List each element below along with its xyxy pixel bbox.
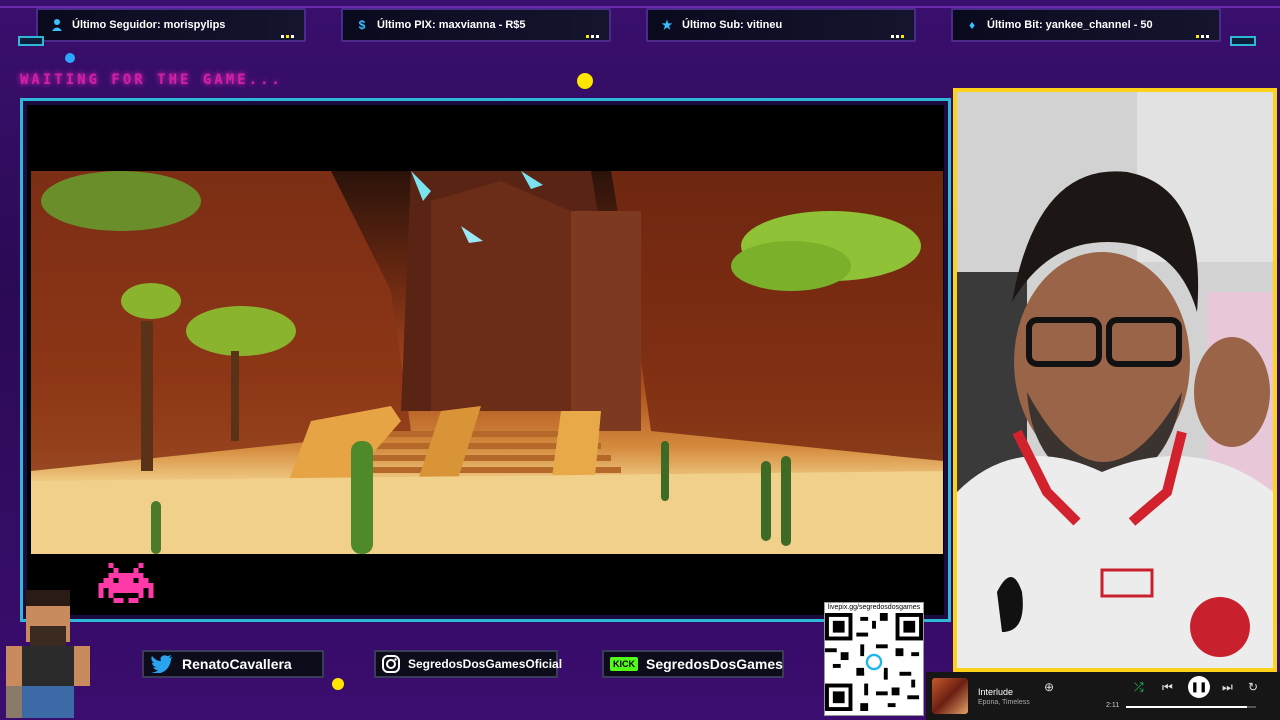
diamond-icon: ♦ bbox=[968, 18, 976, 32]
alert-text: Último Sub: vitineu bbox=[682, 19, 783, 31]
corner-decoration bbox=[18, 36, 44, 46]
twitter-handle: RenatoCavallera bbox=[182, 656, 292, 672]
now-playing-widget: Interlude Epona, Timeless ⊕ ⤮ ⏮ ❚❚ ⏭ ↻ 2… bbox=[926, 672, 1280, 720]
track-artist: Epona, Timeless bbox=[978, 698, 1030, 706]
kick-handle: SegredosDosGames bbox=[646, 656, 783, 672]
instagram-handle: SegredosDosGamesOficial bbox=[408, 657, 563, 671]
alert-last-bit: ♦ Último Bit: yankee_channel - 50 bbox=[951, 8, 1221, 42]
album-art bbox=[932, 678, 968, 714]
star-icon: ★ bbox=[661, 18, 673, 32]
alert-text: Último Bit: yankee_channel - 50 bbox=[987, 19, 1153, 31]
twitter-icon bbox=[150, 654, 174, 674]
waiting-banner: WAITING FOR THE GAME... bbox=[20, 72, 283, 88]
user-icon bbox=[50, 18, 64, 32]
qr-code-icon bbox=[825, 613, 923, 711]
alert-last-sub: ★ Último Sub: vitineu bbox=[646, 8, 916, 42]
social-instagram[interactable]: SegredosDosGamesOficial bbox=[374, 650, 562, 678]
track-time: 2:11 bbox=[1106, 702, 1120, 709]
alert-last-follower: Último Seguidor: morispylips bbox=[36, 8, 306, 42]
qr-url: livepix.gg/segredosdosgames bbox=[827, 604, 921, 611]
social-twitter[interactable]: RenatoCavallera bbox=[142, 650, 324, 678]
alert-text: Último PIX: maxvianna - R$5 bbox=[377, 19, 526, 31]
game-scene-art bbox=[31, 171, 943, 554]
corner-decoration bbox=[1230, 36, 1256, 46]
pause-icon[interactable]: ❚❚ bbox=[1188, 676, 1210, 698]
kick-icon: KICK bbox=[610, 657, 638, 671]
alert-last-pix: $ Último PIX: maxvianna - R$5 bbox=[341, 8, 611, 42]
add-icon[interactable]: ⊕ bbox=[1044, 680, 1054, 694]
previous-icon[interactable]: ⏮ bbox=[1162, 680, 1173, 695]
qr-code-panel[interactable]: livepix.gg/segredosdosgames bbox=[824, 602, 924, 716]
pixel-avatar-icon bbox=[6, 590, 90, 718]
decorative-dot bbox=[332, 678, 344, 690]
game-scene bbox=[31, 171, 943, 554]
decorative-dot bbox=[65, 53, 75, 63]
social-kick[interactable]: KICK SegredosDosGames bbox=[602, 650, 784, 678]
next-icon[interactable]: ⏭ bbox=[1222, 680, 1233, 695]
alert-text: Último Seguidor: morispylips bbox=[72, 19, 226, 31]
webcam-feed bbox=[957, 92, 1273, 668]
instagram-icon bbox=[382, 654, 400, 674]
overlay-top-border bbox=[0, 0, 1280, 8]
track-progress-bar[interactable] bbox=[1126, 706, 1256, 708]
dollar-icon: $ bbox=[358, 18, 366, 32]
shuffle-icon[interactable]: ⤮ bbox=[1134, 680, 1144, 695]
repeat-icon[interactable]: ↻ bbox=[1248, 680, 1258, 694]
decorative-dot bbox=[577, 73, 593, 89]
webcam-frame bbox=[953, 88, 1277, 672]
space-invader-icon bbox=[98, 563, 154, 603]
game-capture-frame bbox=[20, 98, 951, 622]
track-title: Interlude bbox=[978, 686, 1014, 697]
